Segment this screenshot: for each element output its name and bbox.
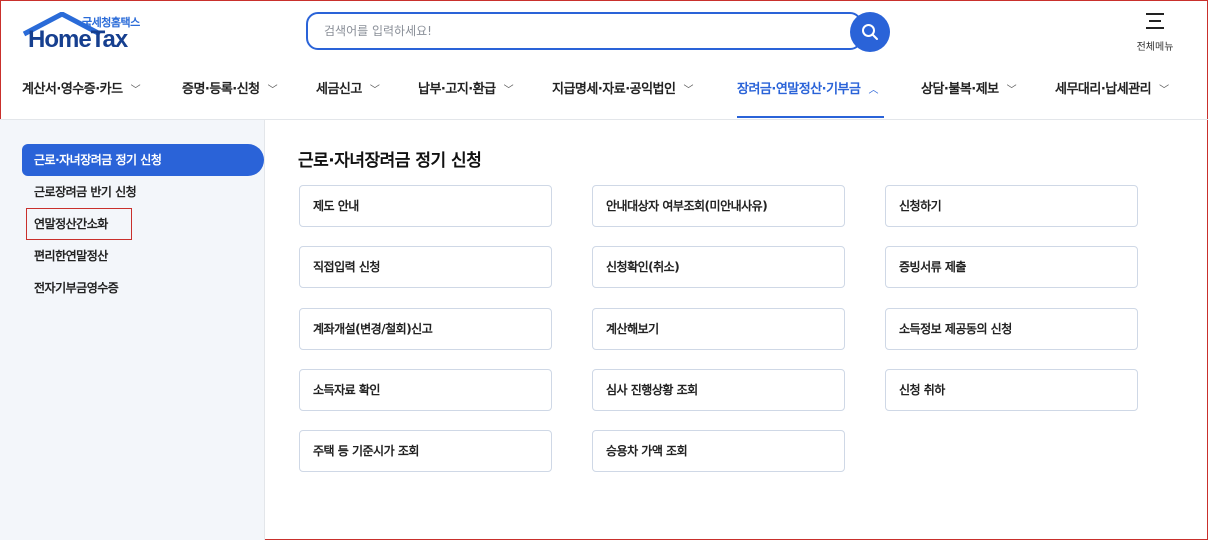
gnb-item-incentive[interactable]: 장려금·연말정산·기부금 ︿ bbox=[737, 78, 878, 97]
sidebar: 근로·자녀장려금 정기 신청 근로장려금 반기 신청 연말정산간소화 편리한연말… bbox=[0, 120, 265, 540]
gnb-item-label: 장려금·연말정산·기부금 bbox=[737, 82, 861, 97]
card-account-report[interactable]: 계좌개설(변경/철회)신고 bbox=[299, 308, 552, 350]
card-program-guide[interactable]: 제도 안내 bbox=[299, 185, 552, 227]
gnb-item-consult[interactable]: 상담·불복·제보 ﹀ bbox=[921, 78, 1017, 97]
card-calculator[interactable]: 계산해보기 bbox=[592, 308, 845, 350]
gnb-item-label: 지급명세·자료·공익법인 bbox=[552, 82, 676, 97]
page-title: 근로·자녀장려금 정기 신청 bbox=[298, 151, 482, 171]
chevron-down-icon: ﹀ bbox=[1159, 85, 1169, 96]
chevron-down-icon: ﹀ bbox=[1006, 85, 1017, 96]
all-menu-label: 전체메뉴 bbox=[1136, 42, 1174, 53]
chevron-down-icon: ﹀ bbox=[503, 85, 514, 96]
card-eligibility-check[interactable]: 안내대상자 여부조회(미안내사유) bbox=[592, 185, 845, 227]
logo-title: HomeTax bbox=[28, 26, 128, 53]
card-review-status[interactable]: 심사 진행상황 조회 bbox=[592, 369, 845, 411]
search-input[interactable] bbox=[324, 21, 824, 41]
chevron-down-icon: ﹀ bbox=[369, 85, 380, 96]
card-withdraw[interactable]: 신청 취하 bbox=[885, 369, 1138, 411]
gnb-item-tax-return[interactable]: 세금신고 ﹀ bbox=[316, 78, 380, 97]
card-apply[interactable]: 신청하기 bbox=[885, 185, 1138, 227]
gnb-item-label: 납부·고지·환급 bbox=[418, 82, 496, 97]
gnb-item-certificate[interactable]: 증명·등록·신청 ﹀ bbox=[182, 78, 278, 97]
chevron-down-icon: ﹀ bbox=[267, 85, 278, 96]
sidebar-item-regular-application[interactable]: 근로·자녀장려금 정기 신청 bbox=[22, 144, 264, 176]
gnb-item-label: 세금신고 bbox=[316, 82, 362, 97]
gnb-item-tax-agent[interactable]: 세무대리·납세관리 ﹀ bbox=[1055, 78, 1169, 97]
card-income-consent[interactable]: 소득정보 제공동의 신청 bbox=[885, 308, 1138, 350]
hometax-logo[interactable]: 국세청홈택스 HomeTax bbox=[22, 12, 152, 54]
sidebar-item-half-year-application[interactable]: 근로장려금 반기 신청 bbox=[22, 176, 264, 208]
search-box bbox=[306, 12, 862, 50]
search-button[interactable] bbox=[850, 12, 890, 52]
card-house-price[interactable]: 주택 등 기준시가 조회 bbox=[299, 430, 552, 472]
search-icon bbox=[862, 24, 878, 40]
gnb-item-label: 계산서·영수증·카드 bbox=[22, 82, 123, 97]
sidebar-item-year-end-simplified[interactable]: 연말정산간소화 bbox=[22, 208, 264, 240]
card-direct-input[interactable]: 직접입력 신청 bbox=[299, 246, 552, 288]
hamburger-menu-icon bbox=[1146, 13, 1164, 29]
gnb-item-label: 증명·등록·신청 bbox=[182, 82, 260, 97]
active-tab-underline bbox=[737, 116, 884, 118]
card-confirm-cancel[interactable]: 신청확인(취소) bbox=[592, 246, 845, 288]
gnb-item-label: 상담·불복·제보 bbox=[921, 82, 999, 97]
main-navigation: 계산서·영수증·카드 ﹀ 증명·등록·신청 ﹀ 세금신고 ﹀ 납부·고지·환급 ﹀ 지급… bbox=[0, 68, 1208, 120]
sidebar-item-convenient-year-end[interactable]: 편리한연말정산 bbox=[22, 240, 264, 272]
card-submit-documents[interactable]: 증빙서류 제출 bbox=[885, 246, 1138, 288]
card-income-data[interactable]: 소득자료 확인 bbox=[299, 369, 552, 411]
chevron-down-icon: ﹀ bbox=[683, 85, 693, 96]
gnb-item-label: 세무대리·납세관리 bbox=[1055, 82, 1152, 97]
card-car-value[interactable]: 승용차 가액 조회 bbox=[592, 430, 845, 472]
chevron-down-icon: ﹀ bbox=[130, 85, 141, 96]
gnb-item-payment[interactable]: 납부·고지·환급 ﹀ bbox=[418, 78, 514, 97]
sidebar-item-donation-receipt[interactable]: 전자기부금영수증 bbox=[22, 272, 264, 304]
gnb-item-payment-statement[interactable]: 지급명세·자료·공익법인 ﹀ bbox=[552, 78, 693, 97]
gnb-item-invoice[interactable]: 계산서·영수증·카드 ﹀ bbox=[22, 78, 141, 97]
all-menu-button[interactable]: 전체메뉴 bbox=[1128, 12, 1182, 53]
chevron-up-icon: ︿ bbox=[868, 85, 878, 96]
